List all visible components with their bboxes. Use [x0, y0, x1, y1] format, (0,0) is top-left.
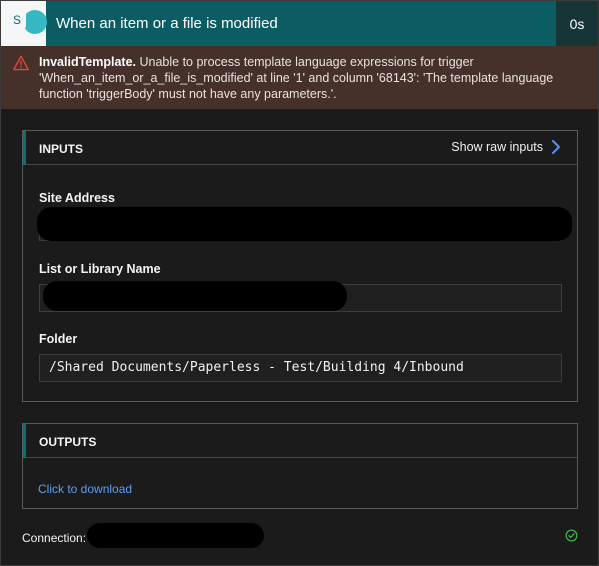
inputs-title: INPUTS	[39, 142, 84, 156]
action-title: When an item or a file is modified	[56, 15, 278, 32]
inputs-section-header: INPUTS Show raw inputs	[23, 131, 577, 165]
show-raw-inputs-label: Show raw inputs	[451, 140, 543, 154]
warning-triangle-icon	[13, 55, 29, 71]
redaction-connection	[87, 523, 264, 548]
duration-badge: 0s	[556, 1, 598, 46]
site-address-label: Site Address	[39, 191, 115, 205]
sharepoint-icon: S	[1, 1, 47, 46]
error-message: InvalidTemplate. Unable to process templ…	[39, 54, 554, 102]
check-circle-icon	[565, 529, 578, 542]
click-to-download-link[interactable]: Click to download	[38, 482, 132, 496]
folder-label: Folder	[39, 332, 78, 346]
section-accent-bar	[23, 424, 26, 458]
sharepoint-icon-circle	[23, 10, 47, 34]
show-raw-inputs-button[interactable]: Show raw inputs	[451, 139, 561, 155]
action-card: S When an item or a file is modified 0s …	[0, 0, 599, 566]
action-header[interactable]: S When an item or a file is modified 0s	[1, 1, 598, 46]
outputs-title: OUTPUTS	[39, 435, 97, 449]
error-code: InvalidTemplate.	[39, 55, 137, 69]
redaction-site-address	[37, 207, 572, 241]
outputs-section: OUTPUTS Click to download	[22, 423, 578, 509]
section-accent-bar	[23, 131, 26, 165]
error-banner: InvalidTemplate. Unable to process templ…	[1, 46, 598, 109]
inputs-section: INPUTS Show raw inputs Site Address List…	[22, 130, 578, 402]
outputs-section-header: OUTPUTS	[23, 424, 577, 458]
list-name-label: List or Library Name	[39, 262, 161, 276]
sharepoint-icon-letter: S	[8, 11, 26, 29]
connection-label: Connection:	[22, 531, 87, 545]
folder-field[interactable]: /Shared Documents/Paperless - Test/Build…	[39, 354, 562, 382]
chevron-right-icon	[551, 139, 561, 155]
redaction-list-name	[43, 281, 347, 311]
